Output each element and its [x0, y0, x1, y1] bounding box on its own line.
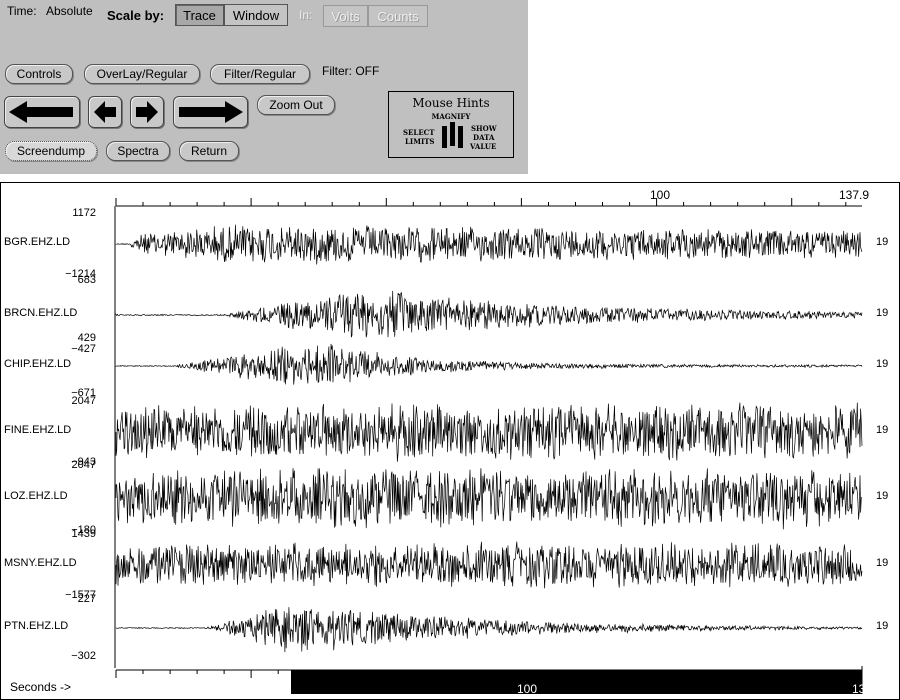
scroll-left-button[interactable] [88, 96, 122, 128]
waveform-trace [115, 402, 863, 462]
trace-max-value: 2047 [71, 395, 96, 407]
channel-name: PTN.EHZ.LD [4, 620, 69, 632]
right-arrow-icon [136, 101, 158, 123]
screendump-button[interactable]: Screendump [5, 141, 97, 161]
trace-right-label: 19 [876, 424, 889, 436]
mouse-hints-box: Mouse Hints MAGNIFY SELECT LIMITS SHOW D… [388, 91, 514, 158]
mouse-hint-right-1: SHOW [471, 124, 497, 133]
mouse-hint-right-2: DATA [473, 133, 495, 142]
top-tick-end: 137.9 [839, 188, 870, 202]
trace-right-label: 19 [876, 490, 889, 502]
channel-name: FINE.EHZ.LD [4, 424, 72, 436]
top-tick-100: 100 [650, 188, 671, 202]
channel-name: BGR.EHZ.LD [4, 236, 71, 248]
left-arrow-icon [94, 101, 116, 123]
trace-min-value: −302 [71, 650, 96, 662]
mouse-hints-title: Mouse Hints [412, 96, 490, 110]
mouse-hint-right-3: VALUE [470, 142, 497, 151]
waveform-trace [115, 541, 863, 589]
bottom-tick-end: 131 [852, 682, 873, 696]
mouse-hint-left-2: LIMITS [405, 137, 435, 146]
trace-max-value: 429 [77, 332, 96, 344]
time-label: Time: [7, 4, 37, 18]
bottom-time-axis [115, 666, 863, 694]
channel-name: BRCN.EHZ.LD [4, 307, 78, 319]
seismogram-plot[interactable] [0, 182, 900, 700]
trace-right-label: 19 [876, 358, 889, 370]
waveform-trace [115, 468, 863, 530]
top-time-axis [115, 198, 862, 207]
control-panel: Time: Absolute Scale by: Trace Window In… [0, 0, 528, 174]
waveform-trace [115, 224, 863, 265]
trace-max-value: 683 [77, 274, 96, 286]
trace-right-label: 19 [876, 557, 889, 569]
volts-button[interactable]: Volts [323, 5, 368, 27]
selected-window-bar [291, 670, 862, 694]
channel-name: LOZ.EHZ.LD [4, 490, 68, 502]
trace-max-value: 1439 [71, 528, 96, 540]
zoom-out-button[interactable]: Zoom Out [257, 95, 335, 115]
trace-max-value: 2047 [71, 459, 96, 471]
mouse-buttons-icon [442, 122, 463, 148]
mouse-hint-middle: MAGNIFY [431, 112, 471, 121]
bottom-tick-100: 100 [517, 682, 538, 696]
big-right-arrow-icon [179, 101, 243, 123]
mouse-hint-left-1: SELECT [403, 128, 435, 137]
scale-by-label: Scale by: [107, 8, 165, 23]
channel-name: MSNY.EHZ.LD [4, 557, 77, 569]
trace-right-label: 19 [876, 620, 889, 632]
trace-right-label: 19 [876, 236, 889, 248]
spectra-button[interactable]: Spectra [106, 141, 170, 161]
filter-status: Filter: OFF [322, 64, 380, 78]
scale-trace-button[interactable]: Trace [175, 4, 224, 26]
waveform-trace [115, 290, 863, 338]
overlay-regular-button[interactable]: OverLay/Regular [84, 64, 200, 84]
scroll-right-button[interactable] [130, 96, 164, 128]
big-left-arrow-icon [9, 101, 73, 123]
trace-max-value: 1172 [72, 207, 96, 219]
trace-right-label: 19 [876, 307, 889, 319]
return-button[interactable]: Return [179, 141, 239, 161]
seconds-axis-label: Seconds -> [10, 680, 72, 694]
scroll-left-far-button[interactable] [4, 96, 80, 128]
filter-regular-button[interactable]: Filter/Regular [210, 64, 310, 84]
waveform-trace [115, 343, 863, 385]
trace-min-value: −427 [71, 343, 96, 355]
channel-name: CHIP.EHZ.LD [4, 358, 72, 370]
scroll-right-far-button[interactable] [173, 96, 248, 128]
trace-group [114, 206, 863, 668]
waveform-trace [115, 607, 863, 653]
in-label: In: [299, 8, 313, 22]
time-value[interactable]: Absolute [46, 4, 93, 18]
trace-max-value: 227 [77, 593, 96, 605]
counts-button[interactable]: Counts [368, 5, 428, 27]
controls-button[interactable]: Controls [5, 64, 73, 84]
scale-window-button[interactable]: Window [224, 4, 288, 26]
